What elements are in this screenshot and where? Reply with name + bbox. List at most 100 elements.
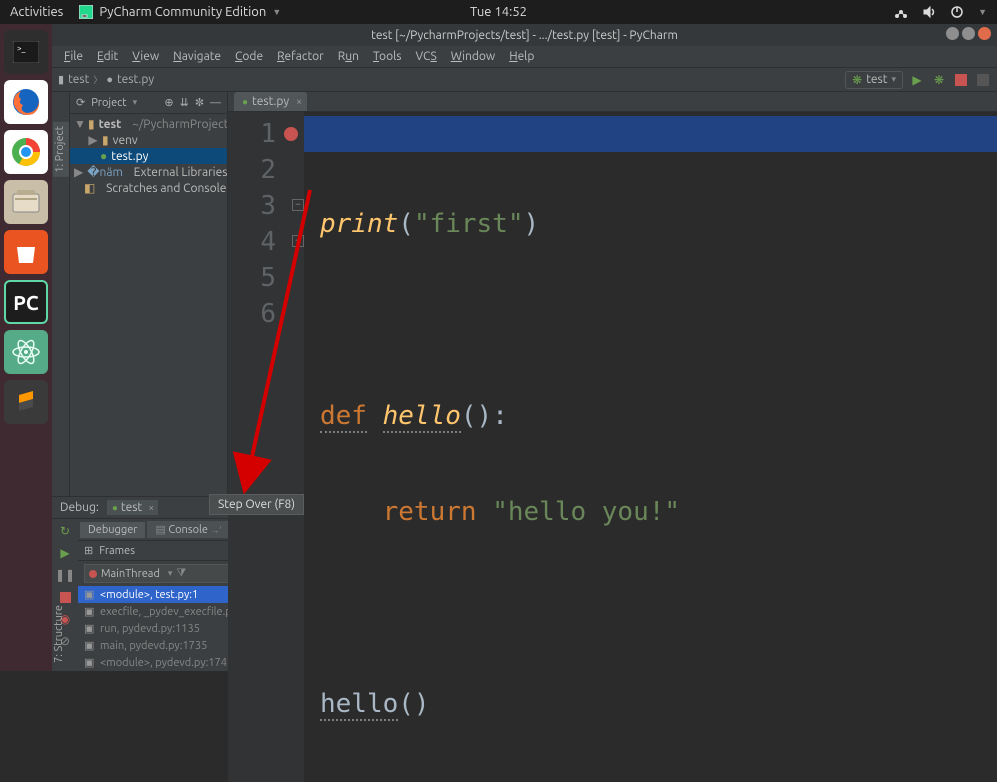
breadcrumb-file[interactable]: test.py xyxy=(117,73,154,86)
debug-button[interactable]: ❋ xyxy=(931,72,947,88)
editor-tab-label: test.py xyxy=(252,95,289,108)
launcher-atom[interactable] xyxy=(4,330,48,374)
launcher-terminal[interactable]: >_ xyxy=(4,30,48,74)
chevron-down-icon: ▾ xyxy=(168,568,173,579)
fold-icon[interactable]: − xyxy=(292,199,304,211)
tree-row-ext-libs[interactable]: ▶�näm External Libraries xyxy=(70,164,227,180)
window-minimize[interactable] xyxy=(946,27,959,40)
pycharm-icon: PC xyxy=(13,291,38,314)
project-tree[interactable]: ▼▮ test ~/PycharmProjects/ ▶▮venv ●test.… xyxy=(70,114,227,496)
code-content[interactable]: print("first") def hello(): return "hell… xyxy=(304,112,997,782)
clock[interactable]: Tue 14:52 xyxy=(470,5,527,19)
project-tool-tab[interactable]: 1: Project xyxy=(53,122,69,177)
menu-run[interactable]: Run xyxy=(332,48,365,65)
power-icon xyxy=(950,5,964,19)
line-number-1[interactable]: 1 xyxy=(228,116,304,152)
run-button[interactable]: ▶ xyxy=(909,72,925,88)
debugger-tab[interactable]: Debugger xyxy=(80,522,145,538)
activities-button[interactable]: Activities xyxy=(10,5,63,19)
target-icon[interactable]: ⊕ xyxy=(164,96,173,109)
run-config-name: test xyxy=(866,73,887,86)
tree-row-testpy[interactable]: ●test.py xyxy=(70,148,227,164)
stop-button[interactable] xyxy=(953,72,969,88)
menu-view[interactable]: View xyxy=(126,48,165,65)
launcher-software[interactable] xyxy=(4,230,48,274)
menu-edit[interactable]: Edit xyxy=(91,48,124,65)
python-file-icon: ● xyxy=(242,96,248,108)
structure-tool-tab[interactable]: 7: Structure xyxy=(52,601,66,667)
hide-icon[interactable]: — xyxy=(210,97,221,109)
python-file-icon: ● xyxy=(106,74,113,86)
console-tab[interactable]: ▤ Console →′ xyxy=(147,521,229,538)
nav-toolbar: ▮ test 〉 ● test.py ❋ test ▾ ▶ ❋ xyxy=(52,68,997,92)
line-number-6[interactable]: 6 xyxy=(228,296,304,332)
step-over-tooltip: Step Over (F8) xyxy=(209,494,304,515)
launcher-chrome[interactable] xyxy=(4,130,48,174)
run-toolbar: ❋ test ▾ ▶ ❋ xyxy=(845,71,991,89)
chevron-right-icon: 〉 xyxy=(93,73,102,86)
system-tray[interactable]: ▼ xyxy=(894,5,987,19)
collapse-icon[interactable]: ⇊ xyxy=(180,96,189,109)
chevron-down-icon: ▼ xyxy=(978,7,987,17)
launcher-files[interactable] xyxy=(4,180,48,224)
stop-all-button[interactable] xyxy=(975,72,991,88)
tree-row-scratches[interactable]: ◧ Scratches and Consoles xyxy=(70,180,227,196)
atom-icon xyxy=(11,337,41,367)
menu-code[interactable]: Code xyxy=(229,48,269,65)
editor-tabs: ● test.py xyxy=(228,92,997,112)
menu-file[interactable]: File xyxy=(58,48,89,65)
pycharm-window: test [~/PycharmProjects/test] - .../test… xyxy=(52,24,997,671)
bug-icon: ❋ xyxy=(852,73,862,87)
folder-icon: ▮ xyxy=(58,73,64,86)
window-titlebar: test [~/PycharmProjects/test] - .../test… xyxy=(52,24,997,46)
chevron-down-icon: ▼ xyxy=(272,7,281,17)
pause-button[interactable]: ❚❚ xyxy=(57,567,73,583)
project-pane-header: ⟳ Project ▾ ⊕ ⇊ ✼ — xyxy=(70,92,227,114)
launcher-firefox[interactable] xyxy=(4,80,48,124)
editor-gutter[interactable]: 1 2 3− 4− 5 6 xyxy=(228,112,304,782)
top-app-menu[interactable]: PyCharm Community Edition ▼ xyxy=(79,5,281,19)
gear-icon[interactable]: ✼ xyxy=(195,96,204,109)
terminal-icon: >_ xyxy=(13,41,39,63)
resume-button[interactable]: ▶ xyxy=(57,545,73,561)
launcher-sublime[interactable] xyxy=(4,380,48,424)
fold-icon[interactable]: − xyxy=(292,235,304,247)
run-config-selector[interactable]: ❋ test ▾ xyxy=(845,71,903,89)
restore-layout-icon[interactable]: ⊞ xyxy=(84,544,93,557)
line-number-4[interactable]: 4− xyxy=(228,224,304,260)
menu-help[interactable]: Help xyxy=(503,48,540,65)
firefox-icon xyxy=(9,85,43,119)
files-icon xyxy=(11,190,41,214)
breadcrumb[interactable]: ▮ test 〉 ● test.py xyxy=(58,73,154,86)
unity-launcher: >_ PC xyxy=(0,24,52,671)
menu-navigate[interactable]: Navigate xyxy=(167,48,227,65)
close-icon[interactable]: × xyxy=(148,502,154,513)
chevron-down-icon[interactable]: ▾ xyxy=(133,97,138,108)
menu-vcs[interactable]: VCS xyxy=(409,48,442,65)
window-maximize[interactable] xyxy=(962,27,975,40)
filter-icon[interactable]: ⧩ xyxy=(176,567,186,580)
line-number-5[interactable]: 5 xyxy=(228,260,304,296)
thread-status-icon xyxy=(89,570,97,578)
sync-icon[interactable]: ⟳ xyxy=(76,96,85,109)
debug-session-tab[interactable]: ● test × xyxy=(107,500,158,515)
line-number-3[interactable]: 3− xyxy=(228,188,304,224)
project-pane-title: Project xyxy=(91,97,126,109)
editor-area: ● test.py 1 2 3− 4− 5 6 print("first") xyxy=(228,92,997,496)
chrome-icon xyxy=(10,136,42,168)
menu-tools[interactable]: Tools xyxy=(367,48,408,65)
menu-bar: File Edit View Navigate Code Refactor Ru… xyxy=(52,46,997,68)
window-close[interactable] xyxy=(978,27,991,40)
code-editor[interactable]: 1 2 3− 4− 5 6 print("first") def hello()… xyxy=(228,112,997,782)
left-tool-strip-bottom: 7: Structure xyxy=(52,601,70,667)
menu-refactor[interactable]: Refactor xyxy=(271,48,330,65)
breadcrumb-root[interactable]: test xyxy=(68,73,89,86)
line-number-2[interactable]: 2 xyxy=(228,152,304,188)
python-file-icon: ● xyxy=(112,502,118,514)
launcher-pycharm[interactable]: PC xyxy=(4,280,48,324)
tree-row-venv[interactable]: ▶▮venv xyxy=(70,132,227,148)
tree-row-root[interactable]: ▼▮ test ~/PycharmProjects/ xyxy=(70,116,227,132)
rerun-button[interactable]: ↻ xyxy=(57,523,73,539)
editor-tab-testpy[interactable]: ● test.py xyxy=(234,92,307,111)
menu-window[interactable]: Window xyxy=(445,48,501,65)
